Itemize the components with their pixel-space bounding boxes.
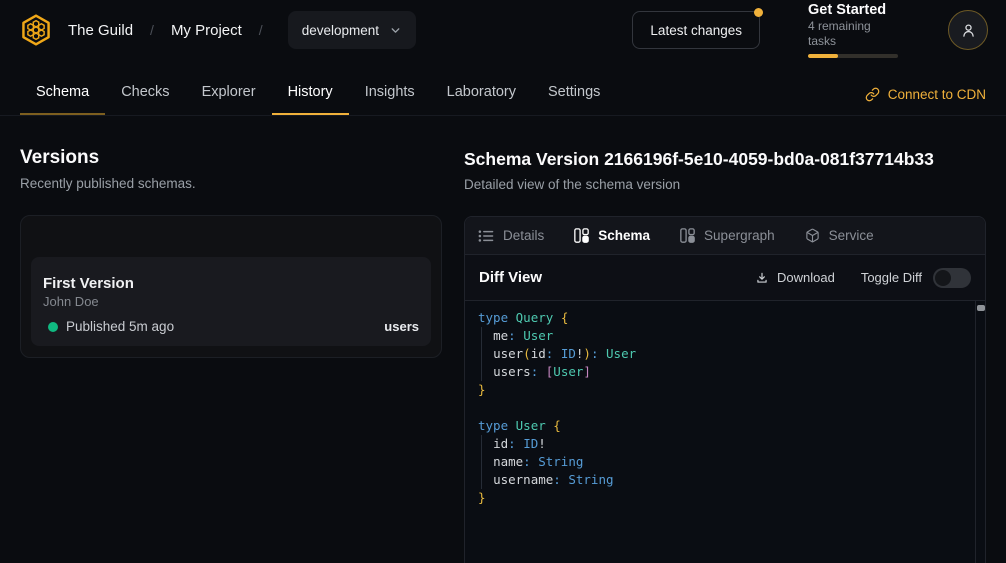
tab-supergraph-label: Supergraph xyxy=(704,228,775,243)
nav-tab-settings[interactable]: Settings xyxy=(532,84,616,115)
indent-guide xyxy=(481,435,482,489)
version-detail-panel: Schema Version 2166196f-5e10-4059-bd0a-0… xyxy=(464,116,1006,563)
diff-toolbar: Diff View Download Toggle Diff xyxy=(465,255,985,301)
target-selector-value: development xyxy=(302,23,379,38)
toggle-knob xyxy=(935,270,951,286)
main-content: Versions Recently published schemas. Fir… xyxy=(0,116,1006,563)
target-selector[interactable]: development xyxy=(288,11,416,49)
connect-to-cdn-button[interactable]: Connect to CDN xyxy=(865,87,986,115)
version-published: Published 5m ago xyxy=(66,319,174,334)
version-detail-title: Schema Version 2166196f-5e10-4059-bd0a-0… xyxy=(464,149,986,170)
schema-code-viewer: type Query { me: User user(id: ID!): Use… xyxy=(465,301,985,563)
code-line xyxy=(478,399,965,417)
nav-tab-laboratory[interactable]: Laboratory xyxy=(431,84,532,115)
tab-schema-label: Schema xyxy=(598,228,650,243)
header: The Guild / My Project / development Lat… xyxy=(0,0,1006,60)
vertical-scrollbar[interactable] xyxy=(975,301,985,563)
nav-tab-schema[interactable]: Schema xyxy=(20,84,105,115)
tab-supergraph[interactable]: Supergraph xyxy=(680,228,775,243)
code-line: } xyxy=(478,381,965,399)
code-line: user(id: ID!): User xyxy=(478,345,965,363)
nav-tab-history[interactable]: History xyxy=(272,84,349,115)
versions-panel: Versions Recently published schemas. Fir… xyxy=(0,116,442,563)
toggle-diff-label: Toggle Diff xyxy=(861,270,922,285)
versions-title: Versions xyxy=(20,147,442,169)
tab-schema[interactable]: Schema xyxy=(574,228,650,243)
main-nav: Schema Checks Explorer History Insights … xyxy=(0,60,1006,116)
panels-icon xyxy=(680,228,695,243)
person-icon xyxy=(960,22,977,39)
chevron-down-icon xyxy=(389,24,402,37)
hive-logo-icon[interactable] xyxy=(18,12,54,48)
toggle-diff-switch[interactable] xyxy=(933,268,971,288)
download-button[interactable]: Download xyxy=(755,270,835,285)
toggle-diff-control: Toggle Diff xyxy=(861,268,971,288)
app-root: The Guild / My Project / development Lat… xyxy=(0,0,1006,563)
notification-dot xyxy=(754,8,763,17)
detail-tab-bar: Details Schema Supergraph Service xyxy=(465,217,985,255)
nav-tab-insights[interactable]: Insights xyxy=(349,84,431,115)
user-avatar[interactable] xyxy=(948,10,988,50)
tab-service[interactable]: Service xyxy=(805,228,874,243)
breadcrumb-separator: / xyxy=(259,22,263,38)
panels-icon xyxy=(574,228,589,243)
schema-view-panel: Details Schema Supergraph Service xyxy=(464,216,986,563)
version-name: First Version xyxy=(43,275,419,293)
versions-card: First Version John Doe Published 5m ago … xyxy=(20,215,442,358)
list-icon xyxy=(478,229,494,243)
connect-to-cdn-label: Connect to CDN xyxy=(888,87,986,102)
breadcrumb: The Guild / My Project / development xyxy=(68,11,416,49)
code-line: type Query { xyxy=(478,309,965,327)
nav-tab-checks[interactable]: Checks xyxy=(105,84,185,115)
code-line: username: String xyxy=(478,471,965,489)
link-icon xyxy=(865,87,880,102)
breadcrumb-org[interactable]: The Guild xyxy=(68,22,133,39)
download-label: Download xyxy=(777,270,835,285)
code-line: users: [User] xyxy=(478,363,965,381)
get-started-subtitle: 4 remaining tasks xyxy=(808,19,900,49)
cube-icon xyxy=(805,228,820,243)
diff-view-title: Diff View xyxy=(479,269,542,286)
code-block: type Query { me: User user(id: ID!): Use… xyxy=(478,309,965,507)
breadcrumb-project[interactable]: My Project xyxy=(171,22,242,39)
get-started-title: Get Started xyxy=(808,2,900,19)
breadcrumb-separator: / xyxy=(150,22,154,38)
nav-tab-explorer[interactable]: Explorer xyxy=(186,84,272,115)
version-detail-subtitle: Detailed view of the schema version xyxy=(464,177,986,192)
download-icon xyxy=(755,271,769,285)
progress-bar xyxy=(808,54,898,58)
tab-service-label: Service xyxy=(829,228,874,243)
scrollbar-thumb[interactable] xyxy=(977,305,985,311)
latest-changes-label: Latest changes xyxy=(650,23,742,38)
progress-fill xyxy=(808,54,838,58)
versions-subtitle: Recently published schemas. xyxy=(20,176,442,191)
code-line: id: ID! xyxy=(478,435,965,453)
code-line: name: String xyxy=(478,453,965,471)
published-dot-icon xyxy=(48,322,58,332)
code-line: me: User xyxy=(478,327,965,345)
tab-details-label: Details xyxy=(503,228,544,243)
tab-details[interactable]: Details xyxy=(478,228,544,243)
latest-changes-button[interactable]: Latest changes xyxy=(632,11,760,49)
indent-guide xyxy=(481,327,482,381)
version-list-item[interactable]: First Version John Doe Published 5m ago … xyxy=(31,257,431,346)
get-started-widget[interactable]: Get Started 4 remaining tasks xyxy=(808,2,900,58)
code-line: type User { xyxy=(478,417,965,435)
code-line: } xyxy=(478,489,965,507)
version-status-row: Published 5m ago users xyxy=(43,319,419,334)
version-service-badge: users xyxy=(384,319,419,334)
version-author: John Doe xyxy=(43,293,419,310)
